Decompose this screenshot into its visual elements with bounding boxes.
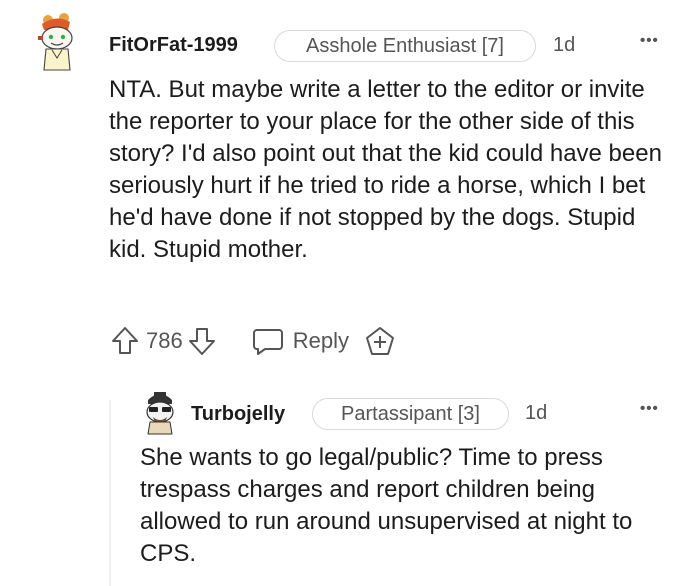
comment-author[interactable]: Turbojelly — [191, 403, 285, 426]
more-options-icon[interactable]: ••• — [640, 400, 659, 417]
reply-label: Reply — [292, 328, 349, 353]
thread-line[interactable] — [109, 400, 111, 586]
reply-icon — [251, 325, 285, 357]
award-icon[interactable] — [363, 325, 397, 357]
comment-actions: 786 Reply — [110, 324, 397, 358]
more-options-icon[interactable]: ••• — [640, 32, 659, 49]
user-flair: Partassipant [3] — [312, 398, 509, 430]
comment-timestamp: 1d — [553, 34, 576, 56]
downvote-icon[interactable] — [187, 325, 217, 357]
snoo-avatar-icon — [38, 13, 73, 71]
vote-score: 786 — [146, 328, 183, 353]
user-avatar[interactable] — [32, 12, 82, 76]
reply-button[interactable]: Reply — [251, 325, 349, 357]
user-avatar[interactable] — [140, 390, 180, 436]
upvote-icon[interactable] — [110, 325, 140, 357]
snoo-avatar-icon — [146, 392, 174, 435]
comment-timestamp: 1d — [525, 402, 548, 424]
comment-author[interactable]: FitOrFat-1999 — [109, 34, 238, 57]
comment-body: She wants to go legal/public? Time to pr… — [140, 444, 633, 567]
user-flair: Asshole Enthusiast [7] — [274, 30, 536, 62]
comment-body: NTA. But maybe write a letter to the edi… — [109, 76, 662, 263]
